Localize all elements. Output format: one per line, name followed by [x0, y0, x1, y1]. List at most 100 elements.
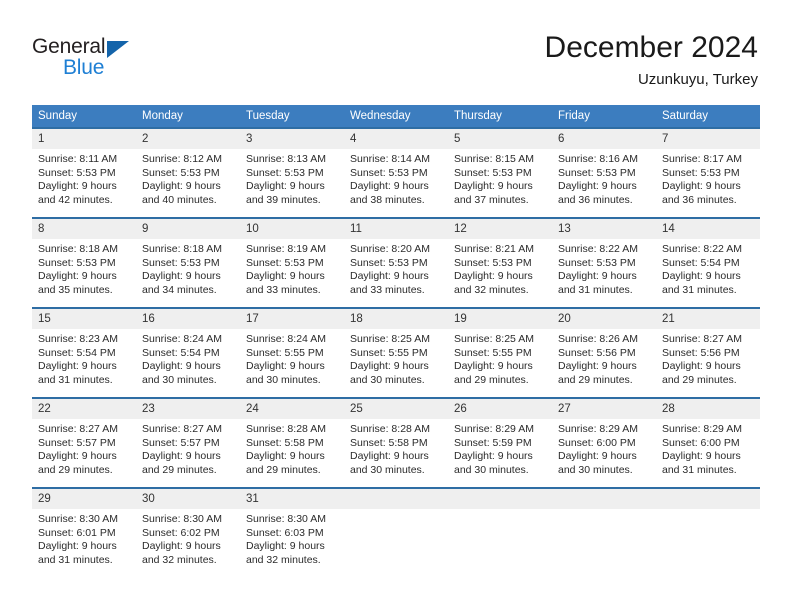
- calendar-day-cell[interactable]: 2 Sunrise: 8:12 AM Sunset: 5:53 PM Daylight…: [136, 127, 240, 218]
- day-sunset-text: Sunset: 5:53 PM: [454, 256, 532, 269]
- day-daylight-line2-text: and 36 minutes.: [662, 193, 737, 206]
- calendar-day-cell[interactable]: 4 Sunrise: 8:14 AM Sunset: 5:53 PM Daylight…: [344, 127, 448, 218]
- day-number: 8: [32, 219, 136, 239]
- calendar-day-cell[interactable]: 7 Sunrise: 8:17 AM Sunset: 5:53 PM Daylight…: [656, 127, 760, 218]
- calendar-day-cell[interactable]: 19 Sunrise: 8:25 AM Sunset: 5:55 PM Dayligh…: [448, 307, 552, 398]
- day-daylight-line1-text: Daylight: 9 hours: [558, 450, 637, 463]
- calendar-day-cell[interactable]: 31 Sunrise: 8:30 AM Sunset: 6:03 PM Dayligh…: [240, 487, 344, 577]
- day-sunset-text: Sunset: 5:58 PM: [350, 436, 428, 449]
- calendar-day-cell[interactable]: 28 Sunrise: 8:29 AM Sunset: 6:00 PM Dayligh…: [656, 397, 760, 488]
- calendar-day-cell[interactable]: 1 Sunrise: 8:11 AM Sunset: 5:53 PM Daylight…: [32, 127, 136, 218]
- calendar-day-cell-empty: [344, 487, 448, 577]
- calendar-day-cell[interactable]: 26 Sunrise: 8:29 AM Sunset: 5:59 PM Dayligh…: [448, 397, 552, 488]
- day-sunset-text: Sunset: 5:57 PM: [38, 436, 116, 449]
- calendar-day-cell[interactable]: 23 Sunrise: 8:27 AM Sunset: 5:57 PM Dayligh…: [136, 397, 240, 488]
- day-sunrise-text: Sunrise: 8:28 AM: [246, 423, 326, 435]
- day-sunset-text: Sunset: 5:53 PM: [38, 256, 116, 269]
- day-daylight-line2-text: and 31 minutes.: [38, 373, 113, 386]
- calendar-day-cell[interactable]: 22 Sunrise: 8:27 AM Sunset: 5:57 PM Dayligh…: [32, 397, 136, 488]
- day-sun-info: Sunrise: 8:24 AM Sunset: 5:54 PM Daylight:…: [136, 329, 240, 387]
- calendar-day-cell[interactable]: 16 Sunrise: 8:24 AM Sunset: 5:54 PM Dayligh…: [136, 307, 240, 398]
- day-daylight-line1-text: Daylight: 9 hours: [142, 450, 221, 463]
- day-sunrise-text: Sunrise: 8:30 AM: [246, 513, 326, 525]
- calendar-week-row: 8 Sunrise: 8:18 AM Sunset: 5:53 PM Daylight…: [32, 217, 760, 308]
- day-daylight-line1-text: Daylight: 9 hours: [662, 360, 741, 373]
- calendar-week-row: 15 Sunrise: 8:23 AM Sunset: 5:54 PM Dayligh…: [32, 307, 760, 398]
- calendar-body: 1 Sunrise: 8:11 AM Sunset: 5:53 PM Daylight…: [32, 127, 760, 577]
- day-sunrise-text: Sunrise: 8:14 AM: [350, 153, 430, 165]
- calendar-day-cell[interactable]: 6 Sunrise: 8:16 AM Sunset: 5:53 PM Daylight…: [552, 127, 656, 218]
- day-sun-info: Sunrise: 8:30 AM Sunset: 6:01 PM Daylight:…: [32, 509, 136, 567]
- calendar-page: General Blue December 2024 Uzunkuyu, Tur…: [0, 0, 792, 612]
- calendar-day-cell[interactable]: 15 Sunrise: 8:23 AM Sunset: 5:54 PM Dayligh…: [32, 307, 136, 398]
- logo-triangle-icon: [107, 41, 129, 58]
- calendar-grid: Sunday Monday Tuesday Wednesday Thursday Frid…: [32, 105, 760, 577]
- day-sun-info: Sunrise: 8:25 AM Sunset: 5:55 PM Daylight:…: [448, 329, 552, 387]
- calendar-day-cell[interactable]: 10 Sunrise: 8:19 AM Sunset: 5:53 PM Dayligh…: [240, 217, 344, 308]
- day-sun-info: Sunrise: 8:27 AM Sunset: 5:56 PM Daylight:…: [656, 329, 760, 387]
- calendar-day-cell[interactable]: 25 Sunrise: 8:28 AM Sunset: 5:58 PM Dayligh…: [344, 397, 448, 488]
- day-sunset-text: Sunset: 5:53 PM: [38, 166, 116, 179]
- day-sun-info: Sunrise: 8:28 AM Sunset: 5:58 PM Daylight:…: [240, 419, 344, 477]
- calendar-day-cell[interactable]: 5 Sunrise: 8:15 AM Sunset: 5:53 PM Daylight…: [448, 127, 552, 218]
- day-sun-info: Sunrise: 8:15 AM Sunset: 5:53 PM Daylight:…: [448, 149, 552, 207]
- day-sun-info: Sunrise: 8:23 AM Sunset: 5:54 PM Daylight:…: [32, 329, 136, 387]
- day-sunset-text: Sunset: 5:58 PM: [246, 436, 324, 449]
- generalblue-logo[interactable]: General Blue: [32, 36, 152, 82]
- calendar-day-cell[interactable]: 20 Sunrise: 8:26 AM Sunset: 5:56 PM Dayligh…: [552, 307, 656, 398]
- day-sunrise-text: Sunrise: 8:17 AM: [662, 153, 742, 165]
- calendar-day-cell[interactable]: 11 Sunrise: 8:20 AM Sunset: 5:53 PM Dayligh…: [344, 217, 448, 308]
- day-sun-info: Sunrise: 8:18 AM Sunset: 5:53 PM Daylight:…: [32, 239, 136, 297]
- calendar-day-cell[interactable]: 27 Sunrise: 8:29 AM Sunset: 6:00 PM Dayligh…: [552, 397, 656, 488]
- day-daylight-line2-text: and 39 minutes.: [246, 193, 321, 206]
- day-number: [552, 489, 656, 509]
- day-daylight-line1-text: Daylight: 9 hours: [38, 360, 117, 373]
- calendar-day-cell[interactable]: 21 Sunrise: 8:27 AM Sunset: 5:56 PM Dayligh…: [656, 307, 760, 398]
- day-sunrise-text: Sunrise: 8:30 AM: [38, 513, 118, 525]
- day-sunset-text: Sunset: 6:00 PM: [662, 436, 740, 449]
- weekday-header-tuesday: Tuesday: [240, 105, 344, 128]
- day-sunrise-text: Sunrise: 8:15 AM: [454, 153, 534, 165]
- day-daylight-line1-text: Daylight: 9 hours: [454, 180, 533, 193]
- day-sunset-text: Sunset: 5:55 PM: [246, 346, 324, 359]
- calendar-week-row: 1 Sunrise: 8:11 AM Sunset: 5:53 PM Daylight…: [32, 127, 760, 218]
- calendar-day-cell[interactable]: 12 Sunrise: 8:21 AM Sunset: 5:53 PM Dayligh…: [448, 217, 552, 308]
- day-daylight-line1-text: Daylight: 9 hours: [454, 450, 533, 463]
- calendar-day-cell[interactable]: 29 Sunrise: 8:30 AM Sunset: 6:01 PM Dayligh…: [32, 487, 136, 577]
- day-sunset-text: Sunset: 5:57 PM: [142, 436, 220, 449]
- day-sunrise-text: Sunrise: 8:26 AM: [558, 333, 638, 345]
- day-daylight-line2-text: and 29 minutes.: [454, 373, 529, 386]
- day-sunset-text: Sunset: 6:00 PM: [558, 436, 636, 449]
- day-number: 24: [240, 399, 344, 419]
- day-sunrise-text: Sunrise: 8:16 AM: [558, 153, 638, 165]
- day-sun-info: Sunrise: 8:14 AM Sunset: 5:53 PM Daylight:…: [344, 149, 448, 207]
- day-daylight-line2-text: and 29 minutes.: [662, 373, 737, 386]
- calendar-day-cell[interactable]: 13 Sunrise: 8:22 AM Sunset: 5:53 PM Dayligh…: [552, 217, 656, 308]
- calendar-day-cell[interactable]: 3 Sunrise: 8:13 AM Sunset: 5:53 PM Daylight…: [240, 127, 344, 218]
- day-number: 13: [552, 219, 656, 239]
- calendar-day-cell[interactable]: 18 Sunrise: 8:25 AM Sunset: 5:55 PM Dayligh…: [344, 307, 448, 398]
- day-daylight-line2-text: and 29 minutes.: [246, 463, 321, 476]
- day-sunset-text: Sunset: 5:56 PM: [662, 346, 740, 359]
- day-number: [448, 489, 552, 509]
- calendar-day-cell[interactable]: 17 Sunrise: 8:24 AM Sunset: 5:55 PM Dayligh…: [240, 307, 344, 398]
- day-daylight-line1-text: Daylight: 9 hours: [246, 360, 325, 373]
- calendar-day-cell[interactable]: 24 Sunrise: 8:28 AM Sunset: 5:58 PM Dayligh…: [240, 397, 344, 488]
- day-sunrise-text: Sunrise: 8:18 AM: [142, 243, 222, 255]
- day-sun-info: Sunrise: 8:19 AM Sunset: 5:53 PM Daylight:…: [240, 239, 344, 297]
- day-daylight-line2-text: and 42 minutes.: [38, 193, 113, 206]
- day-sunset-text: Sunset: 5:53 PM: [142, 256, 220, 269]
- calendar-day-cell[interactable]: 9 Sunrise: 8:18 AM Sunset: 5:53 PM Daylight…: [136, 217, 240, 308]
- day-sunset-text: Sunset: 5:55 PM: [350, 346, 428, 359]
- day-sunrise-text: Sunrise: 8:28 AM: [350, 423, 430, 435]
- day-sunrise-text: Sunrise: 8:25 AM: [454, 333, 534, 345]
- calendar-day-cell[interactable]: 8 Sunrise: 8:18 AM Sunset: 5:53 PM Daylight…: [32, 217, 136, 308]
- calendar-day-cell[interactable]: 30 Sunrise: 8:30 AM Sunset: 6:02 PM Dayligh…: [136, 487, 240, 577]
- day-number: 16: [136, 309, 240, 329]
- calendar-day-cell[interactable]: 14 Sunrise: 8:22 AM Sunset: 5:54 PM Dayligh…: [656, 217, 760, 308]
- day-sunrise-text: Sunrise: 8:23 AM: [38, 333, 118, 345]
- day-daylight-line2-text: and 40 minutes.: [142, 193, 217, 206]
- day-daylight-line1-text: Daylight: 9 hours: [558, 180, 637, 193]
- day-sun-info: Sunrise: 8:29 AM Sunset: 6:00 PM Daylight:…: [552, 419, 656, 477]
- day-daylight-line1-text: Daylight: 9 hours: [246, 180, 325, 193]
